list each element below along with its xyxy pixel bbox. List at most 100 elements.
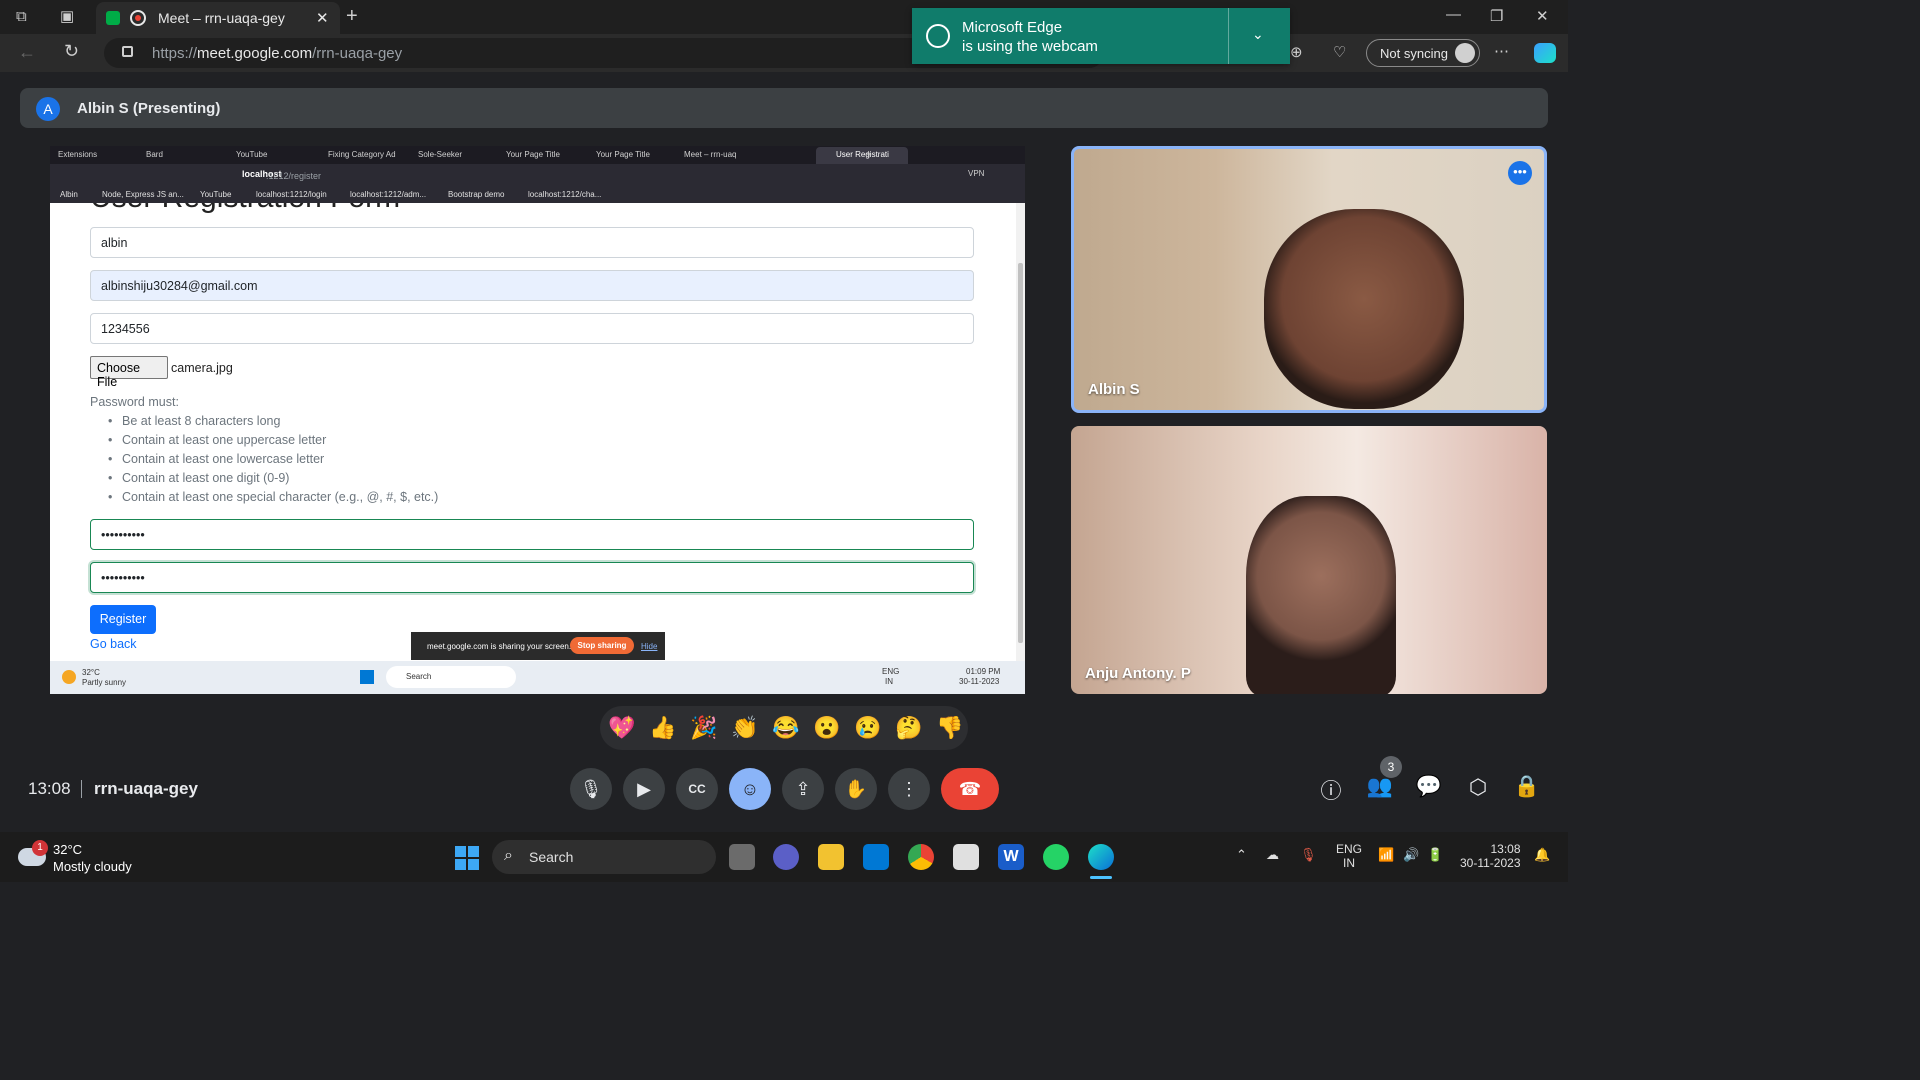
webcam-notice-text: Microsoft Edge is using the webcam <box>962 19 1098 55</box>
search-icon: ⌕ <box>504 847 513 864</box>
shared-tab: Fixing Category Ad <box>328 150 396 159</box>
workspaces-icon[interactable]: ⧉ <box>16 8 27 25</box>
video-feed <box>1264 209 1464 409</box>
file-name: camera.jpg <box>171 361 233 375</box>
url-text: https://meet.google.com/rrn-uaqa-gey <box>152 45 403 62</box>
shared-date: 30-11-2023 <box>959 677 1000 686</box>
raise-hand-button[interactable]: ✋ <box>835 768 877 810</box>
chrome-icon[interactable] <box>908 844 934 870</box>
participant-name: Albin S <box>1088 381 1140 398</box>
copilot-icon[interactable] <box>1534 43 1556 63</box>
reaction-thumbs-down[interactable]: 👎 <box>936 714 963 742</box>
activities-icon[interactable]: ⬡ <box>1464 775 1492 800</box>
tab-meet[interactable]: Meet – rrn-uaqa-gey ✕ <box>96 2 340 34</box>
volume-icon[interactable]: 🔊 <box>1403 847 1419 863</box>
present-screen-icon: ⇪ <box>795 779 811 799</box>
password-rule: Contain at least one lowercase letter <box>108 452 324 466</box>
chat-icon[interactable]: 💬 <box>1415 775 1443 799</box>
whatsapp-icon[interactable] <box>1043 844 1069 870</box>
tab-actions-icon[interactable]: ▣ <box>60 7 74 25</box>
participant-tile[interactable]: ••• Albin S <box>1071 146 1547 413</box>
minimize-icon[interactable]: — <box>1446 6 1461 23</box>
collections-icon[interactable]: ⊕ <box>1290 43 1303 61</box>
shared-tab: Sole-Seeker <box>418 150 463 159</box>
taskbar-search[interactable]: ⌕ Search <box>492 840 716 874</box>
shared-temp: 32°C <box>82 668 100 677</box>
battery-icon[interactable]: 🔋 <box>1427 847 1443 863</box>
shared-new-tab-icon: + <box>865 147 873 161</box>
weather-widget[interactable]: 1 32°C Mostly cloudy <box>18 840 138 874</box>
restore-icon[interactable]: ❐ <box>1490 7 1503 25</box>
reaction-clap[interactable]: 👏 <box>731 714 758 742</box>
meeting-code: rrn-uaqa-gey <box>94 779 198 798</box>
form-heading: User Registration Form <box>90 203 400 215</box>
reaction-party[interactable]: 🎉 <box>690 714 717 742</box>
shared-bookmark: localhost:1212/login <box>256 190 327 199</box>
microphone-in-use-icon[interactable]: 🎙 <box>1300 847 1317 863</box>
reaction-thinking[interactable]: 🤔 <box>895 714 922 742</box>
refresh-icon[interactable]: ↻ <box>64 41 79 62</box>
meet-stage: A Albin S (Presenting) Extensions Bard Y… <box>0 72 1568 832</box>
presenter-bar: A Albin S (Presenting) <box>20 88 1548 128</box>
captions-button[interactable]: CC <box>676 768 718 810</box>
microphone-button[interactable]: 🎙 <box>570 768 612 810</box>
avatar: A <box>36 97 60 121</box>
camera-button[interactable]: ▶ <box>623 768 665 810</box>
chevron-down-icon[interactable]: ⌄ <box>1252 26 1264 43</box>
reaction-surprised[interactable]: 😮 <box>813 714 840 742</box>
webcam-notification[interactable]: Microsoft Edge is using the webcam ⌄ <box>912 8 1290 64</box>
recording-icon <box>130 10 146 26</box>
reaction-heart[interactable]: 💖 <box>608 714 635 742</box>
registration-page: User Registration Form albin albinshiju3… <box>50 203 1016 661</box>
leave-call-button[interactable]: ☎ <box>941 768 999 810</box>
webcam-icon <box>926 24 950 48</box>
shared-taskbar: 32°C Partly sunny Search ENG IN 01:09 PM… <box>50 661 1025 694</box>
more-options-button[interactable]: ⋮ <box>888 768 930 810</box>
file-explorer-icon[interactable] <box>818 844 844 870</box>
teams-icon[interactable] <box>773 844 799 870</box>
store-icon[interactable] <box>863 844 889 870</box>
profile-button[interactable]: Not syncing <box>1366 39 1480 67</box>
word-icon[interactable]: W <box>998 844 1024 870</box>
presenter-label: Albin S (Presenting) <box>77 100 221 117</box>
close-tab-icon[interactable]: ✕ <box>316 9 329 27</box>
weather-condition: Mostly cloudy <box>53 859 132 874</box>
more-options-icon[interactable]: ••• <box>1508 161 1532 185</box>
show-hidden-icons[interactable]: ⌃ <box>1236 847 1247 863</box>
browser-tab-bar: ⧉ ▣ Meet – rrn-uaqa-gey ✕ + — ❐ ✕ <box>0 0 1568 34</box>
window-close-icon[interactable]: ✕ <box>1536 7 1549 25</box>
back-icon[interactable]: ← <box>18 42 36 63</box>
host-controls-icon[interactable]: 🔒 <box>1513 775 1541 799</box>
wifi-icon[interactable]: 📶 <box>1378 847 1394 863</box>
shared-tab: YouTube <box>236 150 268 159</box>
people-icon[interactable]: 👥 <box>1366 775 1394 799</box>
temperature: 32°C <box>53 842 83 857</box>
snipping-tool-icon[interactable] <box>953 844 979 870</box>
shared-vpn: VPN <box>968 169 985 178</box>
shared-lang: ENG <box>882 667 900 676</box>
shared-weather-icon <box>62 670 76 684</box>
participant-tile[interactable]: Anju Antony. P <box>1071 426 1547 694</box>
present-button[interactable]: ⇪ <box>782 768 824 810</box>
onedrive-icon[interactable]: ☁ <box>1266 847 1279 863</box>
task-view-icon[interactable] <box>729 844 755 870</box>
reactions-button[interactable]: ☺ <box>729 768 771 810</box>
meeting-info-icon[interactable]: ⓘ <box>1317 775 1345 805</box>
confirm-password-input: •••••••••• <box>90 562 974 593</box>
shared-bookmark: Node, Express JS an... <box>102 190 184 199</box>
shared-tab-bar: Extensions Bard YouTube Fixing Category … <box>50 146 1025 164</box>
not-syncing-label: Not syncing <box>1380 46 1448 61</box>
edge-icon[interactable] <box>1088 844 1114 870</box>
more-icon[interactable]: ⋯ <box>1494 42 1509 60</box>
reaction-thumbs-up[interactable]: 👍 <box>649 714 676 742</box>
reaction-sad[interactable]: 😢 <box>854 714 881 742</box>
lock-icon <box>122 46 133 57</box>
language-indicator[interactable]: ENG IN <box>1336 842 1362 870</box>
clock[interactable]: 13:08 30-11-2023 <box>1460 842 1521 870</box>
reaction-laugh[interactable]: 😂 <box>772 714 799 742</box>
notifications-icon[interactable]: 🔔 <box>1534 847 1550 863</box>
search-label: Search <box>529 849 574 865</box>
start-button[interactable] <box>455 846 479 870</box>
new-tab-icon[interactable]: + <box>346 5 358 28</box>
performance-icon[interactable]: ♡ <box>1333 43 1346 61</box>
